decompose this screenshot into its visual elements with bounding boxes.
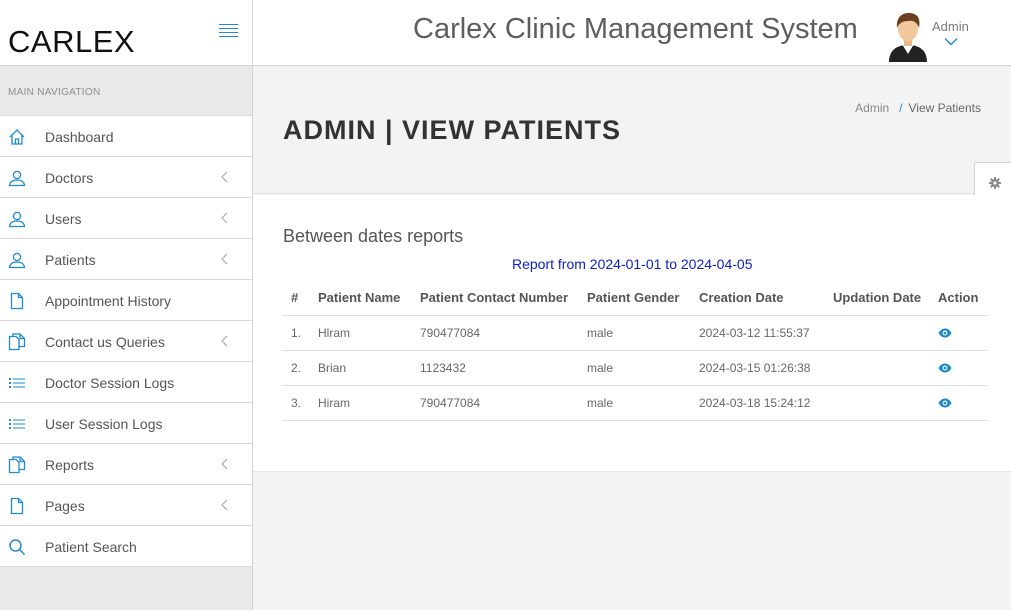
file-icon (10, 497, 24, 515)
table-header-row: # Patient Name Patient Contact Number Pa… (282, 281, 987, 316)
sidebar-item-users[interactable]: Users (0, 198, 252, 239)
brand-bar: CARLEX (0, 0, 252, 66)
row-number: 2. (282, 350, 309, 386)
action-cell (929, 350, 987, 386)
column-header: # (282, 281, 309, 316)
patient-name: Hiram (309, 385, 411, 421)
app-title: Carlex Clinic Management System (413, 13, 858, 45)
sidebar-item-label: Pages (45, 498, 85, 514)
sidebar-item-label: Reports (45, 457, 95, 473)
breadcrumb-current: View Patients (908, 101, 982, 115)
breadcrumb-root-link[interactable]: Admin (855, 101, 889, 115)
column-header: Action (929, 281, 987, 316)
sidebar-item-label: Patients (45, 252, 96, 268)
patient-name: Brian (309, 350, 411, 386)
chevron-left-icon (221, 171, 228, 183)
patient-contact: 790477084 (411, 385, 578, 421)
creation-date: 2024-03-12 11:55:37 (690, 315, 824, 351)
action-cell (929, 315, 987, 351)
section-title: Between dates reports (283, 226, 464, 246)
view-eye-icon[interactable] (938, 328, 952, 338)
search-icon (9, 539, 26, 556)
list-icon (9, 419, 25, 429)
page-title: ADMIN | VIEW PATIENTS (283, 115, 622, 145)
patient-contact: 790477084 (411, 315, 578, 351)
patient-gender: male (578, 315, 690, 351)
action-cell (929, 385, 987, 421)
breadcrumb: Admin / View Patients (855, 101, 981, 115)
files-icon (8, 333, 26, 351)
patient-contact: 1123432 (411, 350, 578, 386)
row-number: 3. (282, 385, 309, 421)
list-icon (9, 378, 25, 388)
top-header: Carlex Clinic Management System Admin (253, 0, 1011, 66)
chevron-left-icon (221, 335, 228, 347)
table-row: 2. Brian 1123432 male 2024-03-15 01:26:3… (282, 350, 987, 386)
sidebar-item-label: Appointment History (45, 293, 172, 309)
chevron-down-icon[interactable] (944, 37, 958, 46)
chevron-left-icon (221, 458, 228, 470)
sidebar-item-reports[interactable]: Reports (0, 444, 252, 485)
user-name[interactable]: Admin (932, 19, 969, 34)
brand-logo-text: CARLEX (8, 24, 136, 59)
sidebar-item-patient-search[interactable]: Patient Search (0, 526, 252, 567)
sidebar-item-appointment-history[interactable]: Appointment History (0, 280, 252, 321)
sidebar-item-contact-queries[interactable]: Contact us Queries (0, 321, 252, 362)
user-icon (8, 252, 26, 269)
table-row: 3. Hiram 790477084 male 2024-03-18 15:24… (282, 385, 987, 421)
table-row: 1. Hlram 790477084 male 2024-03-12 11:55… (282, 315, 987, 351)
column-header: Creation Date (690, 281, 824, 316)
gear-icon (989, 177, 1001, 189)
creation-date: 2024-03-18 15:24:12 (690, 385, 824, 421)
report-panel: Between dates reports Report from 2024-0… (253, 195, 1011, 472)
sidebar-item-label: Dashboard (45, 129, 114, 145)
sidebar: CARLEX MAIN NAVIGATION Dashboard Doctors… (0, 0, 253, 610)
file-icon (10, 292, 24, 310)
sidebar-nav: Dashboard Doctors Users Patients Appoint… (0, 116, 252, 567)
patients-table: # Patient Name Patient Contact Number Pa… (282, 281, 987, 421)
report-range-text: Report from 2024-01-01 to 2024-04-05 (512, 256, 753, 272)
page-head: ADMIN | VIEW PATIENTS Admin / View Patient… (253, 66, 1011, 194)
nav-section-title: MAIN NAVIGATION (0, 66, 252, 116)
sidebar-item-label: User Session Logs (45, 416, 163, 432)
sidebar-item-doctors[interactable]: Doctors (0, 157, 252, 198)
sidebar-item-pages[interactable]: Pages (0, 485, 252, 526)
sidebar-item-label: Users (45, 211, 82, 227)
breadcrumb-separator: / (899, 101, 903, 115)
avatar[interactable] (887, 10, 929, 62)
chevron-left-icon (221, 499, 228, 511)
creation-date: 2024-03-15 01:26:38 (690, 350, 824, 386)
updation-date (824, 350, 929, 386)
sidebar-item-label: Doctor Session Logs (45, 375, 175, 391)
menu-toggle-icon[interactable] (219, 24, 238, 39)
sidebar-item-doctor-session-logs[interactable]: Doctor Session Logs (0, 362, 252, 403)
chevron-left-icon (221, 212, 228, 224)
sidebar-item-patients[interactable]: Patients (0, 239, 252, 280)
sidebar-item-label: Doctors (45, 170, 94, 186)
sidebar-item-user-session-logs[interactable]: User Session Logs (0, 403, 252, 444)
updation-date (824, 385, 929, 421)
view-eye-icon[interactable] (938, 363, 952, 373)
user-icon (8, 170, 26, 187)
sidebar-item-label: Contact us Queries (45, 334, 165, 350)
view-eye-icon[interactable] (938, 398, 952, 408)
home-icon (9, 129, 25, 145)
column-header: Patient Gender (578, 281, 690, 316)
column-header: Patient Contact Number (411, 281, 578, 316)
user-icon (8, 211, 26, 228)
patient-gender: male (578, 385, 690, 421)
patient-gender: male (578, 350, 690, 386)
patient-name: Hlram (309, 315, 411, 351)
column-header: Updation Date (824, 281, 929, 316)
files-icon (8, 456, 26, 474)
sidebar-item-label: Patient Search (45, 539, 137, 555)
updation-date (824, 315, 929, 351)
column-header: Patient Name (309, 281, 411, 316)
chevron-left-icon (221, 253, 228, 265)
row-number: 1. (282, 315, 309, 351)
sidebar-item-dashboard[interactable]: Dashboard (0, 116, 252, 157)
